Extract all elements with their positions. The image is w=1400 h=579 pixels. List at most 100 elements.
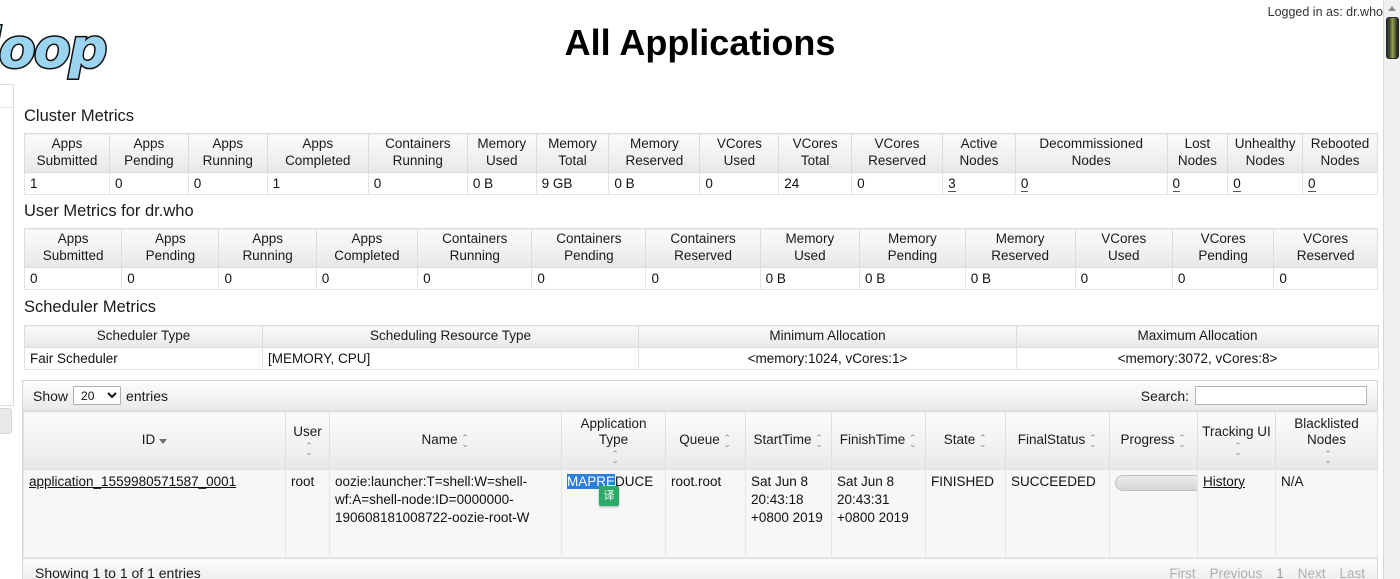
search-input[interactable] — [1195, 386, 1367, 405]
apps-col-blacklisted-nodes[interactable]: Blacklisted Nodes — [1275, 411, 1378, 470]
application-id-link[interactable]: application_1559980571587_0001 — [29, 474, 236, 489]
cluster-metric-val-10: 0 — [851, 171, 944, 195]
cluster-metric-val-14: 0 — [1227, 171, 1304, 195]
cluster-metric-val-12: 0 — [1014, 171, 1168, 195]
apps-col-tracking-ui[interactable]: Tracking UI — [1197, 411, 1276, 470]
cluster-metric-val-15: 0 — [1302, 171, 1378, 195]
pager-next[interactable]: Next — [1298, 566, 1326, 579]
user-metric-col-5: Containers Pending — [531, 228, 647, 268]
cluster-metrics-value-row: 100100 B9 GB 0 B 0 24 0 3 0 0 0 0 — [24, 171, 1378, 195]
user-metric-val-4: 0 — [417, 266, 533, 290]
sort-both-icon — [1178, 435, 1187, 447]
apps-col-label: FinishTime — [839, 432, 906, 448]
cluster-metric-col-13: Lost Nodes — [1166, 133, 1229, 173]
user-metric-val-2: 0 — [218, 266, 317, 290]
cell-progress — [1109, 468, 1203, 558]
cell-queue: root.root — [665, 468, 746, 558]
page-scrollbar[interactable] — [1383, 0, 1400, 579]
user-metric-col-10: VCores Used — [1074, 228, 1173, 268]
user-metric-col-12: VCores Reserved — [1273, 228, 1378, 268]
left-nav-toggle[interactable] — [0, 408, 12, 434]
cluster-metric-col-4: Containers Running — [367, 133, 468, 173]
scroll-up-arrow-icon[interactable] — [1384, 0, 1400, 16]
left-nav-rail[interactable] — [0, 84, 14, 406]
cluster-metric-val-3: 1 — [266, 171, 369, 195]
apps-col-progress[interactable]: Progress — [1109, 411, 1198, 470]
user-metrics-value-row: 00000000 B0 B0 B000 — [23, 266, 1378, 290]
cluster-metric-col-6: Memory Total — [535, 133, 610, 173]
apps-col-label: Name — [421, 432, 458, 448]
sort-both-icon — [815, 435, 824, 447]
cluster-metric-col-15: Rebooted Nodes — [1302, 133, 1378, 173]
cluster-metric-col-8: VCores Used — [699, 133, 780, 173]
translate-icon[interactable]: 译 — [599, 485, 619, 506]
cluster-metric-col-1: Apps Pending — [108, 133, 189, 173]
apps-col-label: State — [943, 432, 976, 448]
cluster-metric-col-9: VCores Total — [778, 133, 853, 173]
user-metric-val-3: 0 — [315, 266, 419, 290]
apps-col-finishtime[interactable]: FinishTime — [831, 411, 926, 470]
page-title: All Applications — [564, 22, 836, 63]
cell-blacklisted-nodes: N/A — [1275, 468, 1378, 558]
pager-page-1[interactable]: 1 — [1276, 566, 1284, 579]
cell-final-status: SUCCEEDED — [1005, 468, 1110, 558]
user-metric-val-1: 0 — [121, 266, 220, 290]
cluster-metric-col-2: Apps Running — [187, 133, 268, 173]
scheduler-metrics-table: Scheduler Type Scheduling Resource Type Mi… — [24, 325, 1379, 370]
cell-state: FINISHED — [925, 468, 1006, 558]
user-metric-val-5: 0 — [531, 266, 647, 290]
sort-both-icon — [305, 443, 314, 455]
pager-previous[interactable]: Previous — [1210, 566, 1263, 579]
apps-col-label: Blacklisted Nodes — [1294, 416, 1359, 448]
show-label: Show — [33, 387, 69, 404]
apps-col-label: Tracking UI — [1202, 424, 1271, 440]
cluster-metric-val-7: 0 B — [608, 171, 701, 195]
apps-col-name[interactable]: Name — [329, 411, 562, 470]
applications-table: ID User Name Application Type Queue StartTime… — [23, 411, 1378, 558]
user-metric-col-11: VCores Pending — [1171, 228, 1275, 268]
datatable-footer: Showing 1 to 1 of 1 entries First Previo… — [23, 557, 1377, 579]
sort-both-icon — [1234, 443, 1243, 455]
pager-first[interactable]: First — [1169, 566, 1195, 579]
sort-both-icon — [1324, 451, 1333, 463]
user-metrics-heading: User Metrics for dr.who — [24, 202, 194, 220]
user-metric-val-10: 0 — [1074, 266, 1173, 290]
cluster-metric-val-5: 0 B — [466, 171, 537, 195]
apps-col-finalstatus[interactable]: FinalStatus — [1005, 411, 1110, 470]
apps-col-label: StartTime — [753, 432, 812, 448]
user-metric-val-11: 0 — [1171, 266, 1275, 290]
sort-desc-icon — [158, 432, 167, 448]
user-metric-val-8: 0 B — [859, 266, 966, 290]
scheduler-col-3: Maximum Allocation — [1016, 325, 1379, 348]
pager-last[interactable]: Last — [1339, 566, 1365, 579]
datatable-toolbar: Show 2050100 entries Search: — [23, 381, 1377, 411]
user-metric-col-3: Apps Completed — [315, 228, 419, 268]
apps-col-user[interactable]: User — [285, 411, 330, 470]
show-entries-control: Show 2050100 entries — [33, 386, 168, 405]
tracking-ui-history-link[interactable]: History — [1203, 474, 1245, 489]
apps-col-label: Queue — [679, 432, 720, 448]
cluster-metric-col-5: Memory Used — [466, 133, 537, 173]
applications-datatable: Show 2050100 entries Search: ID User Name A… — [22, 380, 1378, 579]
sort-both-icon — [611, 451, 620, 463]
apps-col-queue[interactable]: Queue — [665, 411, 746, 470]
cluster-metric-val-4: 0 — [367, 171, 468, 195]
apps-col-starttime[interactable]: StartTime — [745, 411, 832, 470]
search-label: Search: — [1140, 387, 1189, 404]
search-control: Search: — [1141, 386, 1367, 405]
cluster-metrics-table: Apps Submitted Apps Pending Apps Running Apps C… — [24, 133, 1378, 195]
apps-col-application-type[interactable]: Application Type — [561, 411, 666, 470]
apps-col-id[interactable]: ID — [23, 411, 286, 470]
cluster-metric-val-1: 0 — [108, 171, 189, 195]
page-length-select[interactable]: 2050100 — [73, 386, 122, 405]
user-metric-val-0: 0 — [23, 266, 123, 290]
apps-col-label: Application Type — [580, 416, 647, 448]
user-metric-col-9: Memory Reserved — [964, 228, 1076, 268]
cluster-metric-val-8: 0 — [699, 171, 780, 195]
apps-col-state[interactable]: State — [925, 411, 1006, 470]
user-metric-val-7: 0 B — [759, 266, 861, 290]
sort-both-icon — [1088, 435, 1097, 447]
cluster-metric-col-0: Apps Submitted — [24, 133, 110, 173]
table-row[interactable]: application_1559980571587_0001 root oozi… — [23, 468, 1378, 558]
datatable-info: Showing 1 to 1 of 1 entries — [35, 565, 201, 579]
